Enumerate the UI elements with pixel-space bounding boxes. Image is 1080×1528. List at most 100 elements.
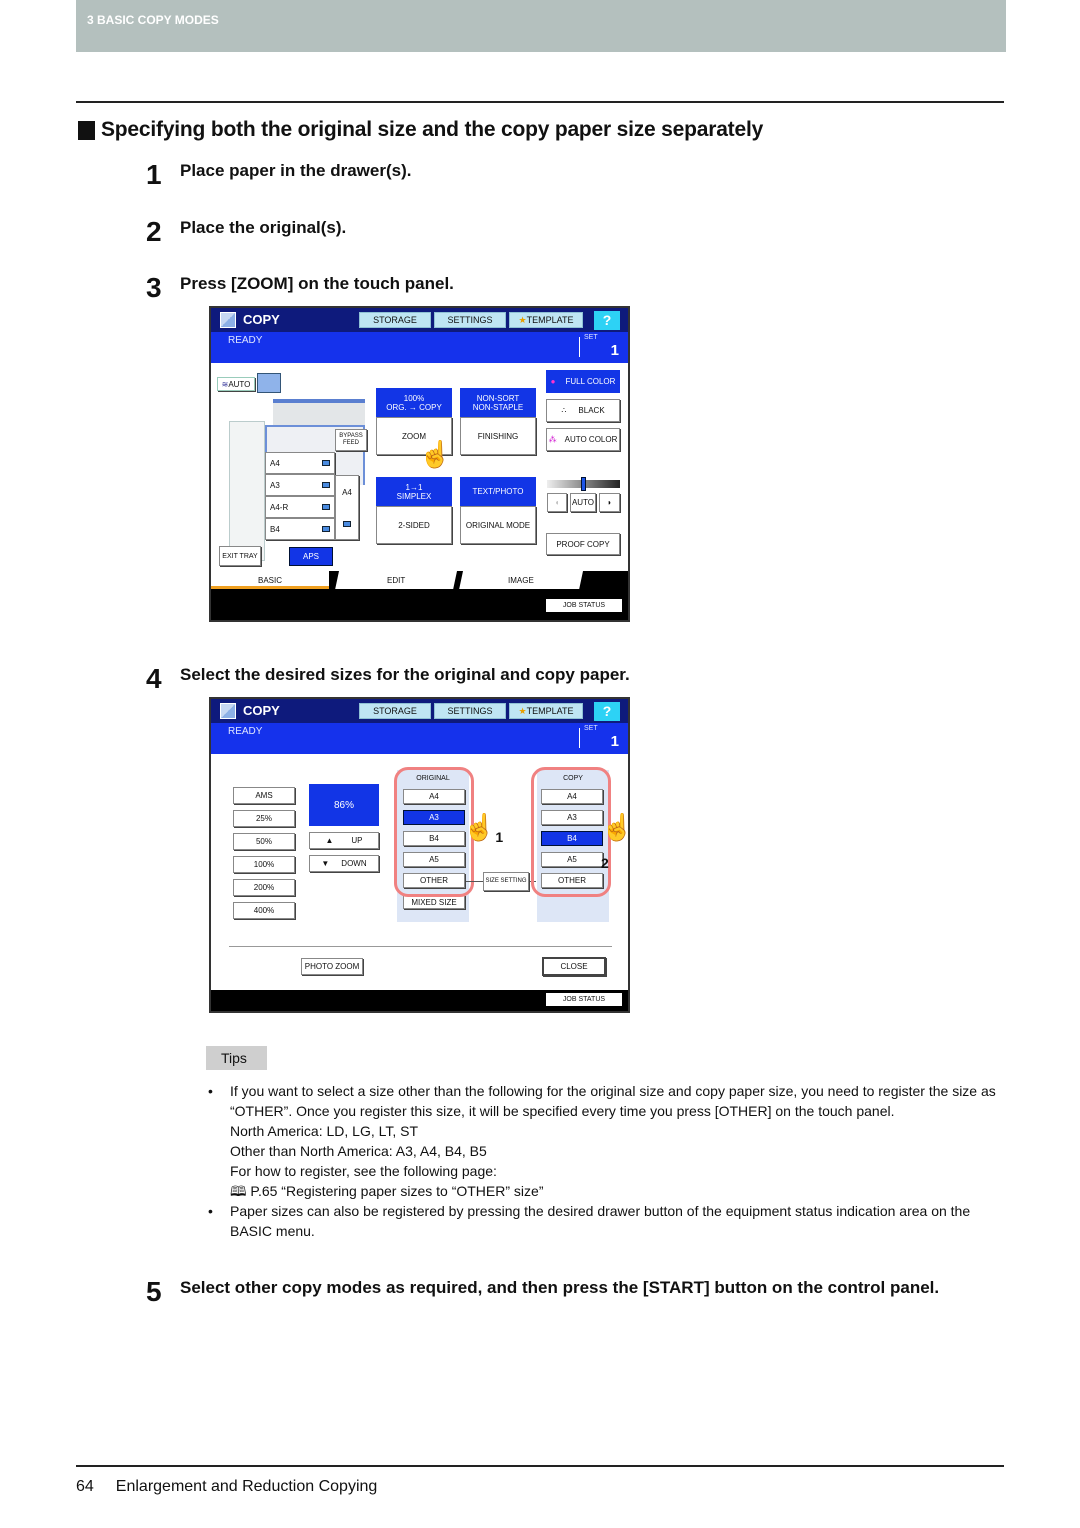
tip-text: If you want to select a size other than …: [230, 1083, 996, 1119]
down-label: DOWN: [341, 859, 367, 868]
paper-icon: [322, 460, 330, 466]
tab-basic[interactable]: BASIC: [211, 571, 329, 590]
panel-title-bar: COPY STORAGE SETTINGS ★TEMPLATE ?: [211, 308, 628, 332]
tips-list: • If you want to select a size other than…: [208, 1081, 1006, 1241]
status-bar: READY SET 1: [211, 332, 628, 363]
drawer-size: B4: [270, 524, 280, 534]
template-label: TEMPLATE: [526, 315, 574, 325]
aps-button[interactable]: APS: [289, 547, 333, 566]
density-slider[interactable]: [547, 477, 620, 491]
full-color-button[interactable]: ● FULL COLOR: [546, 370, 620, 393]
divider: [229, 946, 612, 947]
preset-label: 50%: [255, 837, 272, 846]
tab-image[interactable]: IMAGE: [458, 571, 584, 590]
preset-label: AMS: [255, 791, 273, 800]
chapter-header: 3 BASIC COPY MODES: [76, 0, 1006, 52]
copy-icon: [220, 312, 236, 328]
auto-color-button[interactable]: ⁂ AUTO COLOR: [546, 428, 620, 451]
book-icon: 🕮: [230, 1183, 247, 1199]
section-title-text: Specifying both the original size and th…: [101, 118, 764, 141]
proof-copy-button[interactable]: PROOF COPY: [546, 533, 620, 555]
darker-button[interactable]: ◗: [599, 493, 620, 512]
preset-label: 100%: [253, 860, 275, 869]
pointing-hand-icon-2: ☝2: [601, 814, 628, 876]
help-button[interactable]: ?: [594, 311, 620, 330]
black-button[interactable]: ∴ BLACK: [546, 399, 620, 422]
panel-footer: JOB STATUS: [211, 990, 628, 1011]
lighter-button[interactable]: ◖: [547, 493, 567, 512]
help-button[interactable]: ?: [594, 702, 620, 721]
preset-label: 200%: [253, 883, 275, 892]
proof-copy-label: PROOF COPY: [556, 539, 610, 549]
preset-100-button[interactable]: 100%: [233, 856, 295, 873]
tab-edit[interactable]: EDIT: [334, 571, 458, 590]
preset-25-button[interactable]: 25%: [233, 810, 295, 827]
callout-number: 1: [495, 829, 504, 846]
settings-button[interactable]: SETTINGS: [434, 312, 506, 328]
zoom-status: 100% ORG. → COPY: [376, 388, 452, 417]
auto-icon: ≋: [221, 379, 229, 389]
preset-200-button[interactable]: 200%: [233, 879, 295, 896]
panel-body: ≋ AUTO BYPASS FEED A4 A3 A4-R B4 A4 EXIT …: [211, 363, 628, 591]
scanner-illustration: [273, 399, 365, 425]
preset-ams-button[interactable]: AMS: [233, 787, 295, 804]
step-3: 3 Press [ZOOM] on the touch panel.: [146, 273, 454, 303]
drawer-size: A4: [270, 458, 280, 468]
job-status-button[interactable]: JOB STATUS: [546, 599, 622, 612]
zoom-value-display: 86%: [309, 784, 379, 826]
density-auto-button[interactable]: AUTO: [570, 493, 596, 512]
template-button[interactable]: ★TEMPLATE: [509, 312, 583, 328]
drawer-1-button[interactable]: A4: [265, 452, 335, 474]
zoom-up-button[interactable]: ▲ UP: [309, 832, 379, 849]
settings-button[interactable]: SETTINGS: [434, 703, 506, 719]
storage-button[interactable]: STORAGE: [359, 312, 431, 328]
reference-link[interactable]: P.65 “Registering paper sizes to “OTHER”…: [250, 1183, 543, 1199]
sort-status: NON-SORT: [476, 393, 520, 403]
original-mode-label: ORIGINAL MODE: [465, 520, 531, 530]
original-mode-button[interactable]: ORIGINAL MODE: [460, 506, 536, 544]
tab-label: IMAGE: [508, 576, 534, 585]
template-label: TEMPLATE: [526, 706, 574, 716]
size-setting-button[interactable]: SIZE SETTING: [483, 872, 529, 891]
tip-item: • Paper sizes can also be registered by p…: [208, 1201, 1006, 1241]
bullet-icon: •: [208, 1203, 213, 1219]
preset-400-button[interactable]: 400%: [233, 902, 295, 919]
density-slider-handle[interactable]: [581, 477, 586, 491]
photo-zoom-button[interactable]: PHOTO ZOOM: [301, 958, 363, 975]
drawer-4-button[interactable]: B4: [265, 518, 335, 540]
preset-label: 400%: [253, 906, 275, 915]
mixed-size-button[interactable]: MIXED SIZE: [403, 895, 465, 909]
page-footer: 64 Enlargement and Reduction Copying: [76, 1478, 377, 1496]
drawer-2-button[interactable]: A3: [265, 474, 335, 496]
tip-item: • If you want to select a size other than…: [208, 1081, 1006, 1201]
exit-tray-button[interactable]: EXIT TRAY: [219, 546, 261, 566]
two-sided-button[interactable]: 2-SIDED: [376, 506, 452, 544]
footer-title: Enlargement and Reduction Copying: [115, 1478, 378, 1495]
bypass-feed-button[interactable]: BYPASS FEED: [335, 429, 367, 451]
auto-button[interactable]: ≋ AUTO: [217, 377, 255, 391]
lcf-drawer-button[interactable]: A4: [335, 475, 359, 540]
mode-status-text: TEXT/PHOTO: [472, 487, 524, 496]
job-status-button[interactable]: JOB STATUS: [546, 993, 622, 1006]
paper-icon: [322, 482, 330, 488]
storage-button[interactable]: STORAGE: [359, 703, 431, 719]
size-setting-label: SIZE SETTING: [485, 878, 527, 884]
tab-label: EDIT: [386, 576, 406, 585]
zoom-value: 86%: [333, 799, 354, 811]
bypass-label: BYPASS FEED: [339, 433, 363, 446]
zoom-down-button[interactable]: ▼ DOWN: [309, 855, 379, 872]
triangle-down-icon: ▼: [321, 859, 330, 868]
template-button[interactable]: ★TEMPLATE: [509, 703, 583, 719]
preset-label: 25%: [255, 814, 272, 823]
black-label: BLACK: [578, 406, 605, 415]
finishing-button[interactable]: FINISHING: [460, 417, 536, 455]
close-button[interactable]: CLOSE: [542, 957, 606, 976]
tip-other-regions: Other than North America: A3, A4, B4, B5: [230, 1143, 487, 1159]
step-4: 4 Select the desired sizes for the origin…: [146, 664, 630, 694]
drawer-3-button[interactable]: A4-R: [265, 496, 335, 518]
zoom-direction: ORG. → COPY: [386, 402, 442, 412]
panel-body: AMS 25% 50% 100% 200% 400% 86% ▲ UP ▼ DOWN…: [211, 754, 628, 990]
preset-50-button[interactable]: 50%: [233, 833, 295, 850]
step-text: Place the original(s).: [180, 218, 347, 237]
bullet-icon: •: [208, 1083, 213, 1099]
